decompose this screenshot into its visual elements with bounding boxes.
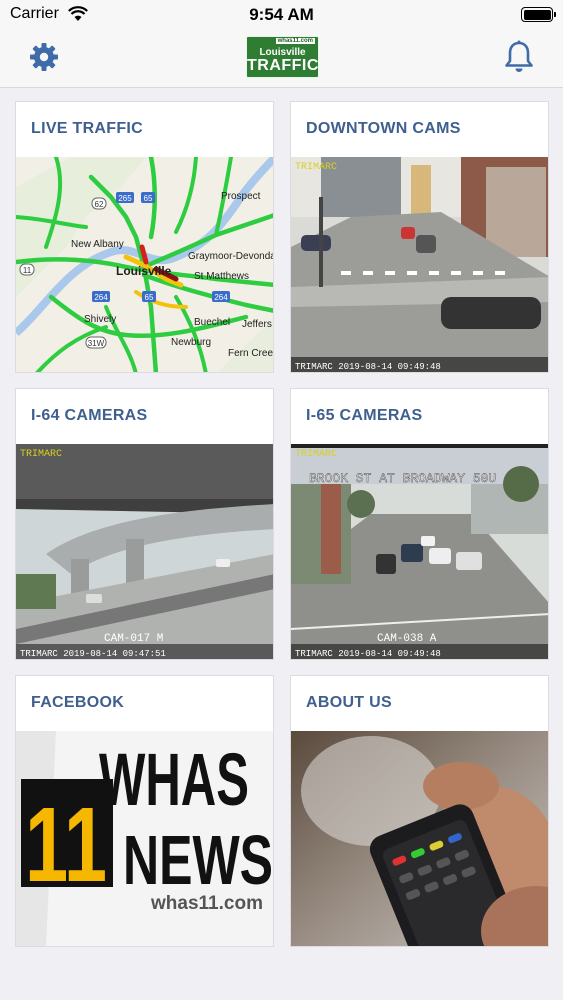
i64-cam-image: TRIMARC CAM-017 M TRIMARC 2019-08-14 09:…: [16, 444, 273, 659]
tile-title: ABOUT US: [306, 694, 392, 711]
battery-icon: [521, 7, 556, 22]
map-label-louisville: Louisville: [116, 264, 172, 278]
logo-site: whas11.com: [275, 38, 315, 44]
tile-title: FACEBOOK: [31, 694, 125, 711]
tile-title: LIVE TRAFFIC: [31, 120, 144, 137]
tile-facebook[interactable]: FACEBOOK WHAS 11 NEWS whas11.com: [15, 675, 274, 947]
tile-live-traffic[interactable]: LIVE TRAFFIC Prospect New Albany Louisvi…: [15, 101, 274, 373]
shield-62: 62: [95, 200, 104, 209]
tile-i65-cameras[interactable]: I-65 CAMERAS TRIMARC BROOK ST AT BROADWA…: [290, 388, 549, 660]
shield-264-west: 264: [94, 293, 108, 302]
brand-bottom: NEWS: [123, 821, 273, 899]
map-label-jeffers: Jeffers: [242, 319, 272, 330]
shield-264-east: 264: [214, 293, 228, 302]
map-label-shively: Shively: [84, 314, 116, 325]
bell-icon[interactable]: [503, 40, 535, 74]
logo-word: TRAFFIC: [247, 57, 319, 74]
tile-title: DOWNTOWN CAMS: [306, 120, 461, 137]
cam-watermark: TRIMARC: [20, 449, 62, 460]
whas11-news-logo-image: WHAS 11 NEWS whas11.com: [16, 731, 273, 946]
status-time: 9:54 AM: [249, 5, 314, 24]
shield-65-south: 65: [145, 293, 154, 302]
shield-65-north: 65: [144, 194, 153, 203]
cam-id: CAM-017 M: [104, 633, 163, 645]
i65-cam-image: TRIMARC BROOK ST AT BROADWAY 50U CAM-038…: [291, 444, 548, 659]
tile-downtown-cams[interactable]: DOWNTOWN CAMS TRIMARC TRIMARC 2019-08-14…: [290, 101, 549, 373]
map-label-new-albany: New Albany: [71, 239, 124, 250]
gear-icon[interactable]: [28, 41, 60, 73]
tile-about-us[interactable]: ABOUT US: [290, 675, 549, 947]
tile-i64-cameras[interactable]: I-64 CAMERAS TRIMARC CAM-017 M TRIMARC 2…: [15, 388, 274, 660]
map-label-graymoor: Graymoor-Devonda: [188, 251, 274, 262]
shield-265: 265: [118, 194, 132, 203]
cam-timestamp: TRIMARC 2019-08-14 09:47:51: [20, 649, 166, 659]
tile-title: I-65 CAMERAS: [306, 407, 423, 424]
brand-top: WHAS: [99, 738, 249, 821]
louisville-traffic-logo: whas11.com Louisville TRAFFIC: [246, 36, 319, 78]
shield-11: 11: [23, 266, 32, 275]
status-bar: Carrier 9:54 AM: [0, 0, 563, 30]
cam-location: BROOK ST AT BROADWAY 50U: [309, 471, 496, 486]
cam-watermark: TRIMARC: [295, 449, 337, 460]
map-label-st-matthews: St Matthews: [194, 271, 249, 282]
map-label-newburg: Newburg: [171, 337, 211, 348]
map-label-fern-creek: Fern Cree: [228, 348, 273, 359]
map-label-buechel: Buechel: [194, 317, 230, 328]
nav-bar: whas11.com Louisville TRAFFIC: [0, 30, 563, 88]
brand-site: whas11.com: [150, 893, 263, 914]
brand-number: 11: [25, 786, 107, 904]
tile-title: I-64 CAMERAS: [31, 407, 148, 424]
shield-31w: 31W: [88, 339, 105, 348]
cam-watermark: TRIMARC: [295, 162, 337, 173]
cam-id: CAM-038 A: [377, 633, 437, 645]
cam-timestamp: TRIMARC 2019-08-14 09:49:48: [295, 649, 441, 659]
tv-remote-image: [291, 731, 548, 946]
traffic-map-image: Prospect New Albany Louisville Graymoor-…: [16, 157, 274, 372]
downtown-cam-image: TRIMARC TRIMARC 2019-08-14 09:49:48: [291, 157, 548, 372]
cam-timestamp: TRIMARC 2019-08-14 09:49:48: [295, 362, 441, 372]
map-label-prospect: Prospect: [221, 191, 261, 202]
